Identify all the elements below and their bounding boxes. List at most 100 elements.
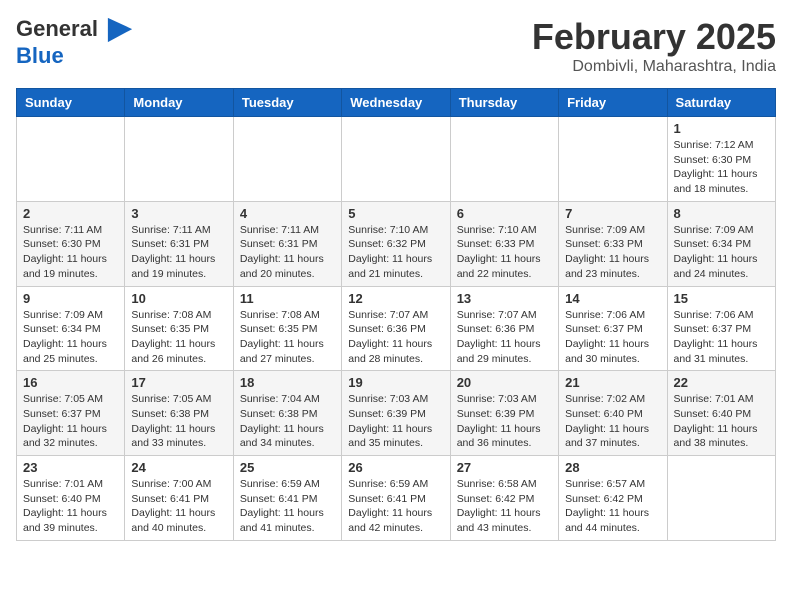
calendar-day [17, 117, 125, 202]
calendar-day: 7 Sunrise: 7:09 AM Sunset: 6:33 PM Daylig… [559, 201, 667, 286]
day-info: Sunrise: 7:04 AM Sunset: 6:38 PM Dayligh… [240, 392, 335, 451]
day-number: 7 [565, 206, 660, 221]
day-info: Sunrise: 7:09 AM Sunset: 6:34 PM Dayligh… [23, 308, 118, 367]
day-number: 2 [23, 206, 118, 221]
day-number: 21 [565, 375, 660, 390]
calendar-day: 24 Sunrise: 7:00 AM Sunset: 6:41 PM Dayli… [125, 456, 233, 541]
day-number: 24 [131, 460, 226, 475]
calendar-day: 1 Sunrise: 7:12 AM Sunset: 6:30 PM Daylig… [667, 117, 775, 202]
day-number: 5 [348, 206, 443, 221]
day-number: 22 [674, 375, 769, 390]
calendar-header-row: SundayMondayTuesdayWednesdayThursdayFrid… [17, 89, 776, 117]
calendar-day: 18 Sunrise: 7:04 AM Sunset: 6:38 PM Dayli… [233, 371, 341, 456]
calendar-day: 22 Sunrise: 7:01 AM Sunset: 6:40 PM Dayli… [667, 371, 775, 456]
day-number: 3 [131, 206, 226, 221]
day-info: Sunrise: 6:59 AM Sunset: 6:41 PM Dayligh… [240, 477, 335, 536]
day-info: Sunrise: 6:57 AM Sunset: 6:42 PM Dayligh… [565, 477, 660, 536]
calendar-week-2: 2 Sunrise: 7:11 AM Sunset: 6:30 PM Daylig… [17, 201, 776, 286]
calendar-day: 27 Sunrise: 6:58 AM Sunset: 6:42 PM Dayli… [450, 456, 558, 541]
calendar-day: 28 Sunrise: 6:57 AM Sunset: 6:42 PM Dayli… [559, 456, 667, 541]
logo-general: General [16, 16, 98, 41]
logo-blue: Blue [16, 43, 64, 68]
day-number: 1 [674, 121, 769, 136]
calendar-day: 21 Sunrise: 7:02 AM Sunset: 6:40 PM Dayli… [559, 371, 667, 456]
calendar-header-monday: Monday [125, 89, 233, 117]
day-number: 18 [240, 375, 335, 390]
calendar-header-wednesday: Wednesday [342, 89, 450, 117]
day-info: Sunrise: 7:10 AM Sunset: 6:33 PM Dayligh… [457, 223, 552, 282]
page-header: General Blue February 2025 Dombivli, Mah… [16, 16, 776, 76]
day-info: Sunrise: 7:01 AM Sunset: 6:40 PM Dayligh… [674, 392, 769, 451]
day-info: Sunrise: 7:11 AM Sunset: 6:30 PM Dayligh… [23, 223, 118, 282]
day-number: 9 [23, 291, 118, 306]
day-info: Sunrise: 7:08 AM Sunset: 6:35 PM Dayligh… [131, 308, 226, 367]
calendar-day: 17 Sunrise: 7:05 AM Sunset: 6:38 PM Dayli… [125, 371, 233, 456]
day-info: Sunrise: 7:05 AM Sunset: 6:38 PM Dayligh… [131, 392, 226, 451]
title-section: February 2025 Dombivli, Maharashtra, Ind… [532, 16, 776, 76]
calendar-day: 12Sunrise: 7:07 AM Sunset: 6:36 PM Dayli… [342, 286, 450, 371]
day-number: 15 [674, 291, 769, 306]
calendar-day: 15Sunrise: 7:06 AM Sunset: 6:37 PM Dayli… [667, 286, 775, 371]
calendar-week-4: 16 Sunrise: 7:05 AM Sunset: 6:37 PM Dayli… [17, 371, 776, 456]
day-number: 14 [565, 291, 660, 306]
day-info: Sunrise: 7:10 AM Sunset: 6:32 PM Dayligh… [348, 223, 443, 282]
day-info: Sunrise: 7:03 AM Sunset: 6:39 PM Dayligh… [348, 392, 443, 451]
day-number: 19 [348, 375, 443, 390]
calendar-day: 16 Sunrise: 7:05 AM Sunset: 6:37 PM Dayli… [17, 371, 125, 456]
day-number: 25 [240, 460, 335, 475]
calendar-day: 19 Sunrise: 7:03 AM Sunset: 6:39 PM Dayli… [342, 371, 450, 456]
day-info: Sunrise: 7:06 AM Sunset: 6:37 PM Dayligh… [565, 308, 660, 367]
day-info: Sunrise: 7:09 AM Sunset: 6:33 PM Dayligh… [565, 223, 660, 282]
day-info: Sunrise: 6:58 AM Sunset: 6:42 PM Dayligh… [457, 477, 552, 536]
day-number: 16 [23, 375, 118, 390]
calendar-day [125, 117, 233, 202]
calendar-day: 14 Sunrise: 7:06 AM Sunset: 6:37 PM Dayli… [559, 286, 667, 371]
day-info: Sunrise: 7:07 AM Sunset: 6:36 PM Dayligh… [457, 308, 552, 367]
calendar-header-sunday: Sunday [17, 89, 125, 117]
day-number: 17 [131, 375, 226, 390]
calendar-day [233, 117, 341, 202]
calendar-day: 20 Sunrise: 7:03 AM Sunset: 6:39 PM Dayli… [450, 371, 558, 456]
day-info: Sunrise: 7:07 AM Sunset: 6:36 PM Dayligh… [348, 308, 443, 367]
calendar-table: SundayMondayTuesdayWednesdayThursdayFrid… [16, 88, 776, 541]
calendar-week-1: 1 Sunrise: 7:12 AM Sunset: 6:30 PM Daylig… [17, 117, 776, 202]
calendar-day: 4Sunrise: 7:11 AM Sunset: 6:31 PM Daylig… [233, 201, 341, 286]
calendar-header-friday: Friday [559, 89, 667, 117]
day-info: Sunrise: 7:03 AM Sunset: 6:39 PM Dayligh… [457, 392, 552, 451]
calendar-day [450, 117, 558, 202]
day-info: Sunrise: 7:11 AM Sunset: 6:31 PM Dayligh… [240, 223, 335, 282]
logo: General Blue [16, 16, 134, 68]
logo-icon [106, 16, 134, 44]
day-number: 20 [457, 375, 552, 390]
day-info: Sunrise: 7:05 AM Sunset: 6:37 PM Dayligh… [23, 392, 118, 451]
calendar-day: 6 Sunrise: 7:10 AM Sunset: 6:33 PM Daylig… [450, 201, 558, 286]
day-info: Sunrise: 7:11 AM Sunset: 6:31 PM Dayligh… [131, 223, 226, 282]
calendar-day [559, 117, 667, 202]
calendar-day: 23Sunrise: 7:01 AM Sunset: 6:40 PM Dayli… [17, 456, 125, 541]
day-info: Sunrise: 7:09 AM Sunset: 6:34 PM Dayligh… [674, 223, 769, 282]
calendar-day: 9 Sunrise: 7:09 AM Sunset: 6:34 PM Daylig… [17, 286, 125, 371]
day-number: 28 [565, 460, 660, 475]
calendar-day: 10 Sunrise: 7:08 AM Sunset: 6:35 PM Dayli… [125, 286, 233, 371]
calendar-day: 2 Sunrise: 7:11 AM Sunset: 6:30 PM Daylig… [17, 201, 125, 286]
calendar-week-3: 9 Sunrise: 7:09 AM Sunset: 6:34 PM Daylig… [17, 286, 776, 371]
day-number: 27 [457, 460, 552, 475]
day-number: 8 [674, 206, 769, 221]
day-info: Sunrise: 7:12 AM Sunset: 6:30 PM Dayligh… [674, 138, 769, 197]
day-info: Sunrise: 7:02 AM Sunset: 6:40 PM Dayligh… [565, 392, 660, 451]
calendar-day: 26Sunrise: 6:59 AM Sunset: 6:41 PM Dayli… [342, 456, 450, 541]
day-info: Sunrise: 7:00 AM Sunset: 6:41 PM Dayligh… [131, 477, 226, 536]
month-title: February 2025 [532, 16, 776, 58]
calendar-day: 25 Sunrise: 6:59 AM Sunset: 6:41 PM Dayli… [233, 456, 341, 541]
day-number: 10 [131, 291, 226, 306]
calendar-header-tuesday: Tuesday [233, 89, 341, 117]
calendar-day: 8 Sunrise: 7:09 AM Sunset: 6:34 PM Daylig… [667, 201, 775, 286]
calendar-day: 3 Sunrise: 7:11 AM Sunset: 6:31 PM Daylig… [125, 201, 233, 286]
calendar-week-5: 23Sunrise: 7:01 AM Sunset: 6:40 PM Dayli… [17, 456, 776, 541]
location-title: Dombivli, Maharashtra, India [532, 58, 776, 76]
calendar-header-thursday: Thursday [450, 89, 558, 117]
day-number: 23 [23, 460, 118, 475]
day-number: 6 [457, 206, 552, 221]
day-number: 26 [348, 460, 443, 475]
day-info: Sunrise: 7:08 AM Sunset: 6:35 PM Dayligh… [240, 308, 335, 367]
